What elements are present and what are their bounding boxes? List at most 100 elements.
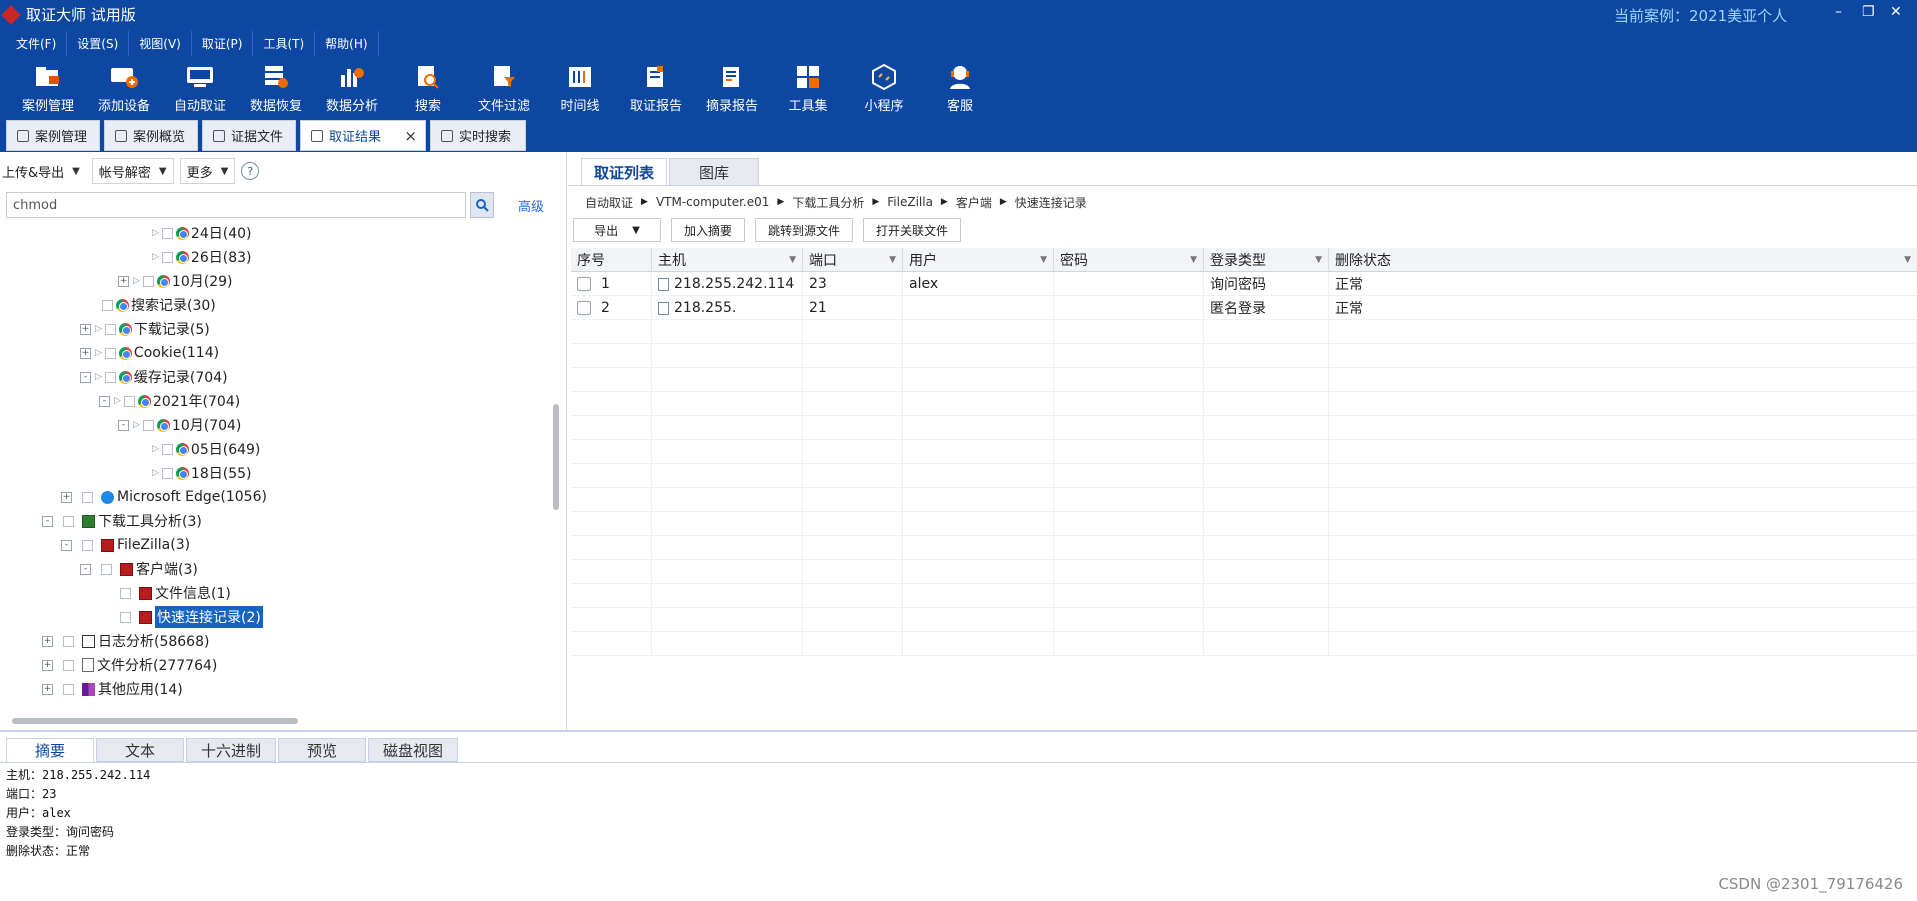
tree-node[interactable]: + Microsoft Edge(1056) xyxy=(61,486,267,508)
expand-toggle[interactable]: + xyxy=(42,683,53,695)
tree-node[interactable]: + ▷ 10月(29) xyxy=(118,270,232,292)
table-row[interactable]: 1 218.255.242.114 23 alex 询问密码 正常 xyxy=(571,272,1917,296)
tree-checkbox[interactable] xyxy=(104,347,116,359)
advanced-search-link[interactable]: 高级 xyxy=(518,196,544,215)
tree-node[interactable]: - ▷ 2021年(704) xyxy=(99,390,240,412)
row-checkbox[interactable] xyxy=(577,277,591,291)
toolbar-search-button[interactable]: 搜索 xyxy=(390,57,466,118)
export-dropdown-button[interactable]: 导出 ▼ xyxy=(573,218,661,242)
tree-checkbox[interactable] xyxy=(120,587,131,599)
tree-checkbox[interactable] xyxy=(161,467,173,479)
tree-checkbox[interactable] xyxy=(63,515,74,527)
tab-close-icon[interactable]: × xyxy=(404,127,417,145)
tree-checkbox[interactable] xyxy=(82,539,93,551)
tab-forensic-results[interactable]: 取证结果 × xyxy=(300,120,426,151)
expand-toggle[interactable]: + xyxy=(42,635,53,647)
breadcrumb-item[interactable]: FileZilla xyxy=(887,195,933,209)
search-input[interactable] xyxy=(6,192,466,218)
tab-evidence-list[interactable]: 取证列表 xyxy=(581,158,667,186)
breadcrumb-item[interactable]: 快速连接记录 xyxy=(1015,194,1087,211)
upload-export-dropdown[interactable]: 上传&导出 ▼ xyxy=(0,158,86,184)
tree-node[interactable]: - ▷ 10月(704) xyxy=(118,414,241,436)
toolbar-data-recovery-button[interactable]: 数据恢复 xyxy=(238,57,314,118)
column-header-port[interactable]: 端口 ▼ xyxy=(803,248,903,272)
breadcrumb-item[interactable]: 自动取证 xyxy=(585,194,633,211)
toolbar-forensic-report-button[interactable]: 取证报告 xyxy=(618,57,694,118)
search-button[interactable] xyxy=(470,192,494,218)
collapse-toggle[interactable]: - xyxy=(61,539,72,551)
tree-checkbox[interactable] xyxy=(123,395,135,407)
tree-checkbox[interactable] xyxy=(161,443,173,455)
menu-forensics[interactable]: 取证(P) xyxy=(192,30,254,56)
tree-node-selected[interactable]: 快速连接记录(2) xyxy=(120,606,263,628)
filter-icon[interactable]: ▼ xyxy=(1904,255,1911,265)
tree-checkbox[interactable] xyxy=(63,683,74,695)
breadcrumb-item[interactable]: VTM-computer.e01 xyxy=(656,195,769,209)
tree-node[interactable]: - 下载工具分析(3) xyxy=(42,510,202,532)
column-header-login-type[interactable]: 登录类型 ▼ xyxy=(1204,248,1329,272)
filter-icon[interactable]: ▼ xyxy=(789,255,796,265)
tree-node[interactable]: - ▷ 缓存记录(704) xyxy=(80,366,228,388)
toolbar-miniapp-button[interactable]: 小程序 xyxy=(846,57,922,118)
add-summary-button[interactable]: 加入摘要 xyxy=(671,218,746,242)
expand-toggle[interactable]: + xyxy=(80,323,91,335)
filter-icon[interactable]: ▼ xyxy=(1040,255,1047,265)
toolbar-excerpt-report-button[interactable]: 摘录报告 xyxy=(694,57,770,118)
tree-node[interactable]: - FileZilla(3) xyxy=(61,534,190,556)
tab-case-overview[interactable]: 案例概览 xyxy=(104,120,198,151)
expand-toggle[interactable]: + xyxy=(118,275,129,287)
tab-case-management[interactable]: 案例管理 xyxy=(6,120,100,151)
column-header-host[interactable]: 主机 ▼ xyxy=(652,248,803,272)
breadcrumb-item[interactable]: 下载工具分析 xyxy=(792,194,864,211)
account-decrypt-dropdown[interactable]: 帐号解密 ▼ xyxy=(91,158,174,184)
horizontal-scrollbar[interactable] xyxy=(12,718,298,724)
tree-checkbox[interactable] xyxy=(104,323,116,335)
tree-checkbox[interactable] xyxy=(101,563,112,575)
filter-icon[interactable]: ▼ xyxy=(889,255,896,265)
tab-preview[interactable]: 预览 xyxy=(278,738,366,762)
row-checkbox[interactable] xyxy=(577,301,591,315)
close-button[interactable]: ✕ xyxy=(1890,4,1902,20)
toolbar-toolset-button[interactable]: 工具集 xyxy=(770,57,846,118)
table-row[interactable]: 2 218.255. 21 匿名登录 正常 xyxy=(571,296,1917,320)
tree-checkbox[interactable] xyxy=(63,659,74,671)
tree-node[interactable]: + 日志分析(58668) xyxy=(42,630,209,652)
toolbar-support-button[interactable]: 客服 xyxy=(922,57,998,118)
restore-button[interactable]: ❐ xyxy=(1862,4,1875,20)
vertical-scrollbar[interactable] xyxy=(553,404,559,510)
tab-disk-view[interactable]: 磁盘视图 xyxy=(368,738,458,762)
tree-node[interactable]: + 文件分析(277764) xyxy=(42,654,217,676)
toolbar-add-device-button[interactable]: 添加设备 xyxy=(86,57,162,118)
menu-settings[interactable]: 设置(S) xyxy=(67,30,130,56)
tree-checkbox[interactable] xyxy=(161,251,173,263)
toolbar-auto-forensics-button[interactable]: 自动取证 xyxy=(162,57,238,118)
expand-toggle[interactable]: + xyxy=(42,659,53,671)
menu-tools[interactable]: 工具(T) xyxy=(253,30,316,56)
menu-file[interactable]: 文件(F) xyxy=(6,30,68,56)
jump-to-source-button[interactable]: 跳转到源文件 xyxy=(755,218,854,242)
tree-node[interactable]: ▷ 26日(83) xyxy=(152,246,251,268)
filter-icon[interactable]: ▼ xyxy=(1190,255,1197,265)
tree-node[interactable]: + 其他应用(14) xyxy=(42,678,183,700)
collapse-toggle[interactable]: - xyxy=(80,563,91,575)
tree-checkbox[interactable] xyxy=(63,635,74,647)
toolbar-data-analysis-button[interactable]: 数据分析 xyxy=(314,57,390,118)
minimize-button[interactable]: – xyxy=(1835,4,1842,20)
breadcrumb-item[interactable]: 客户端 xyxy=(956,194,992,211)
help-icon[interactable]: ? xyxy=(241,162,260,180)
column-header-delete-status[interactable]: 删除状态 ▼ xyxy=(1329,248,1917,272)
more-dropdown[interactable]: 更多 ▼ xyxy=(179,158,236,184)
tab-text[interactable]: 文本 xyxy=(96,738,184,762)
tree-node[interactable]: + ▷ Cookie(114) xyxy=(80,342,219,364)
tab-realtime-search[interactable]: 实时搜索 xyxy=(430,120,526,151)
column-header-user[interactable]: 用户 ▼ xyxy=(903,248,1054,272)
tree-checkbox[interactable] xyxy=(142,419,154,431)
menu-view[interactable]: 视图(V) xyxy=(129,30,192,56)
tab-summary[interactable]: 摘要 xyxy=(6,738,94,762)
tree-node[interactable]: 文件信息(1) xyxy=(120,582,231,604)
tree-node[interactable]: ▷ 05日(649) xyxy=(152,438,260,460)
tree-checkbox[interactable] xyxy=(82,491,93,503)
collapse-toggle[interactable]: - xyxy=(42,515,53,527)
tree-node[interactable]: - 客户端(3) xyxy=(80,558,198,580)
expand-toggle[interactable]: + xyxy=(80,347,91,359)
